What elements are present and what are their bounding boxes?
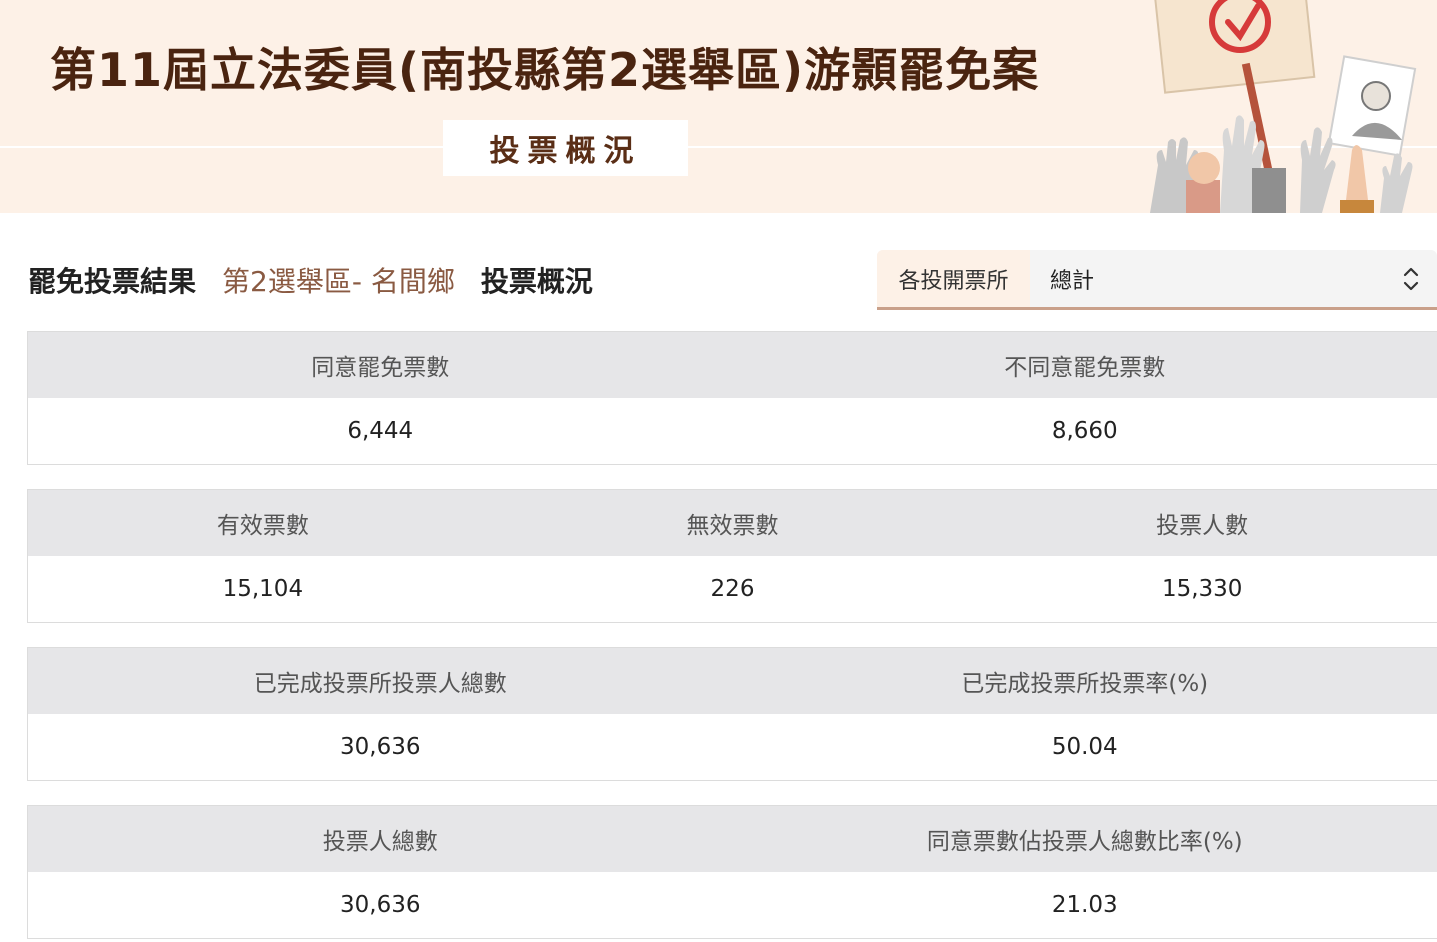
- completed-turnout-value: 50.04: [1051, 734, 1118, 760]
- result-heading-section: 投票概況: [480, 265, 593, 298]
- page-title: 第11屆立法委員(南投縣第2選舉區)游顥罷免案: [50, 43, 1040, 97]
- completed-turnout-header: 已完成投票所投票率(%): [961, 671, 1209, 697]
- result-heading-district: 第2選舉區- 名間鄉: [222, 265, 455, 298]
- total-voters-header: 投票人總數: [322, 829, 438, 855]
- polling-station-value[interactable]: 總計: [1030, 263, 1385, 295]
- vote-count-table: 同意罷免票數 不同意罷免票數 6,444 8,660: [27, 331, 1437, 465]
- voters-value: 15,330: [1161, 576, 1243, 602]
- result-heading-title: 罷免投票結果: [28, 265, 197, 298]
- completed-total-voters-value: 30,636: [340, 734, 421, 760]
- invalid-votes-value: 226: [710, 576, 755, 602]
- total-voters-value: 30,636: [340, 892, 421, 918]
- polling-station-label: 各投開票所: [877, 250, 1030, 307]
- disagree-votes-value: 8,660: [1051, 418, 1118, 444]
- page-banner: 第11屆立法委員(南投縣第2選舉區)游顥罷免案 投票概況: [0, 0, 1437, 213]
- chevron-up-down-icon[interactable]: [1385, 250, 1437, 307]
- agree-ratio-header: 同意票數佔投票人總數比率(%): [926, 829, 1243, 855]
- agree-votes-header: 同意罷免票數: [311, 355, 450, 381]
- table-header-row: 同意罷免票數 不同意罷免票數: [28, 332, 1437, 398]
- voters-header: 投票人數: [1156, 513, 1249, 539]
- table-value-row: 30,636 50.04: [28, 714, 1437, 780]
- table-header-row: 有效票數 無效票數 投票人數: [28, 490, 1437, 556]
- completed-stations-table: 已完成投票所投票人總數 已完成投票所投票率(%) 30,636 50.04: [27, 647, 1437, 781]
- page-subtitle: 投票概況: [443, 120, 688, 176]
- table-value-row: 6,444 8,660: [28, 398, 1437, 464]
- invalid-votes-header: 無效票數: [686, 513, 779, 539]
- table-value-row: 30,636 21.03: [28, 872, 1437, 938]
- result-heading: 罷免投票結果 第2選舉區- 名間鄉 投票概況: [28, 258, 593, 302]
- agree-votes-value: 6,444: [347, 418, 414, 444]
- polling-station-select[interactable]: 各投開票所 總計: [877, 250, 1437, 310]
- protest-hands-illustration: [1150, 0, 1417, 213]
- voter-ratio-table: 投票人總數 同意票數佔投票人總數比率(%) 30,636 21.03: [27, 805, 1437, 939]
- disagree-votes-header: 不同意罷免票數: [1004, 355, 1166, 381]
- completed-total-voters-header: 已完成投票所投票人總數: [253, 671, 507, 697]
- table-header-row: 已完成投票所投票人總數 已完成投票所投票率(%): [28, 648, 1437, 714]
- table-value-row: 15,104 226 15,330: [28, 556, 1437, 622]
- ballot-summary-table: 有效票數 無效票數 投票人數 15,104 226 15,330: [27, 489, 1437, 623]
- valid-votes-value: 15,104: [222, 576, 304, 602]
- valid-votes-header: 有效票數: [216, 513, 309, 539]
- agree-ratio-value: 21.03: [1051, 892, 1118, 918]
- table-header-row: 投票人總數 同意票數佔投票人總數比率(%): [28, 806, 1437, 872]
